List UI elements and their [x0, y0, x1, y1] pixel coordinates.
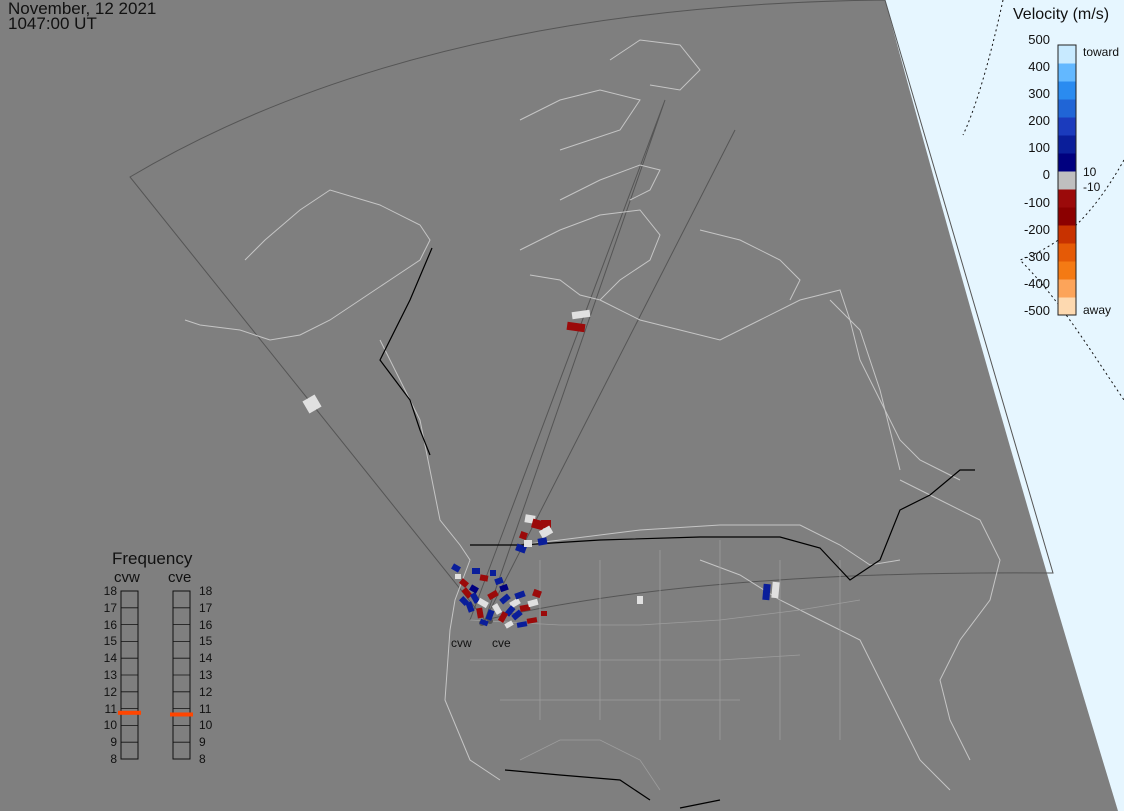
velocity-cell	[527, 598, 539, 608]
velocity-cell	[532, 588, 542, 599]
time-label: 1047:00 UT	[8, 14, 97, 33]
colorbar-band	[1058, 99, 1076, 118]
colorbar-band	[1058, 45, 1076, 64]
velocity-cell	[469, 584, 479, 594]
frequency-tick-right: 13	[199, 668, 213, 682]
frequency-tick-left: 17	[103, 600, 117, 615]
colorbar-tick-label: 0	[1042, 167, 1050, 182]
velocity-cell	[451, 563, 461, 573]
velocity-cell	[526, 617, 538, 624]
colorbar-band	[1058, 207, 1076, 226]
velocity-cell	[487, 589, 499, 601]
velocity-cell	[472, 568, 480, 574]
frequency-tick-left: 11	[104, 701, 117, 716]
velocity-cell	[762, 583, 771, 601]
frequency-tick-left: 16	[103, 617, 117, 632]
velocity-cell	[476, 607, 484, 619]
colorbar-band	[1058, 81, 1076, 100]
velocity-cell	[494, 576, 504, 586]
velocity-cell	[516, 621, 528, 628]
velocity-cell	[566, 321, 586, 333]
map-canvas	[118, 0, 1124, 811]
velocity-cell	[771, 581, 780, 599]
colorbar-tick-label: 300	[1028, 86, 1050, 101]
frequency-tick-right: 18	[199, 584, 213, 598]
velocity-cell	[524, 540, 532, 547]
frequency-tick-right: 14	[199, 651, 213, 666]
colorbar-band	[1058, 189, 1076, 208]
colorbar-band	[1058, 261, 1076, 280]
colorbar-band	[1058, 225, 1076, 244]
velocity-cell	[302, 394, 322, 414]
velocity-cell	[499, 593, 511, 605]
frequency-tick-left: 13	[103, 668, 117, 682]
colorbar-away-label: away	[1083, 303, 1112, 317]
colorbar-band	[1058, 117, 1076, 136]
colorbar-band	[1058, 297, 1076, 316]
colorbar-tick-label: -200	[1023, 222, 1050, 237]
frequency-cve-label: cve	[168, 569, 192, 586]
map-figure: November, 12 2021 1047:00 UT Velocity (m…	[0, 0, 1124, 811]
colorbar-band	[1058, 153, 1076, 172]
colorbar-tick-label: -100	[1023, 195, 1050, 210]
frequency-tick-right: 15	[199, 634, 213, 649]
colorbar-tick-label: 100	[1028, 140, 1050, 155]
frequency-tick-left: 12	[103, 684, 117, 699]
velocity-cell	[499, 583, 509, 593]
frequency-marker-cve	[170, 712, 193, 717]
frequency-tick-left: 15	[103, 634, 117, 649]
colorbar-band	[1058, 135, 1076, 154]
coastlines	[184, 39, 1001, 791]
velocity-cell	[537, 537, 548, 546]
frequency-tick-left: 10	[103, 718, 117, 733]
frequency-tick-right: 17	[199, 600, 213, 615]
colorbar-tick-label: 200	[1028, 113, 1050, 128]
colorbar-band	[1058, 279, 1076, 298]
frequency-cvw-label: cvw	[114, 569, 140, 586]
state-lines	[469, 540, 861, 791]
velocity-cell	[455, 574, 461, 579]
frequency-tick-right: 11	[199, 701, 212, 716]
frequency-title: Frequency	[112, 549, 193, 568]
colorbar-band	[1058, 63, 1076, 82]
radar-label-cvw: cvw	[451, 636, 472, 650]
frequency-indicators	[118, 590, 193, 760]
colorbar-tick-label: -500	[1023, 303, 1050, 318]
colorbar-tick-label: 500	[1028, 32, 1050, 47]
colorbar-tick-10: 10	[1083, 165, 1097, 179]
colorbar-tick-neg10: -10	[1083, 180, 1101, 194]
frequency-tick-left: 18	[103, 584, 117, 598]
velocity-colorbar	[1057, 44, 1077, 316]
frequency-tick-right: 12	[199, 684, 213, 699]
frequency-tick-left: 8	[110, 752, 117, 766]
colorbar-tick-label: -300	[1023, 249, 1050, 264]
velocity-cell	[490, 570, 496, 576]
radar-label-cve: cve	[492, 636, 511, 650]
velocity-cell	[637, 596, 643, 604]
colorbar-tick-label: -400	[1023, 276, 1050, 291]
colorbar-tick-label: 400	[1028, 59, 1050, 74]
colorbar-toward-label: toward	[1083, 45, 1120, 59]
frequency-tick-left: 9	[110, 735, 117, 750]
velocity-cell	[541, 611, 547, 616]
velocity-cell	[485, 609, 495, 621]
velocity-cell	[514, 590, 526, 600]
frequency-tick-left: 14	[103, 651, 117, 666]
frequency-tick-right: 10	[199, 718, 213, 733]
colorbar-band	[1058, 171, 1076, 190]
velocity-cells	[302, 309, 780, 629]
colorbar-band	[1058, 243, 1076, 262]
colorbar-title: Velocity (m/s)	[1013, 6, 1110, 23]
frequency-tick-right: 9	[199, 735, 206, 750]
frequency-tick-right: 16	[199, 617, 213, 632]
frequency-marker-cvw	[118, 710, 141, 715]
velocity-cell	[571, 309, 591, 320]
frequency-tick-right: 8	[199, 752, 206, 766]
